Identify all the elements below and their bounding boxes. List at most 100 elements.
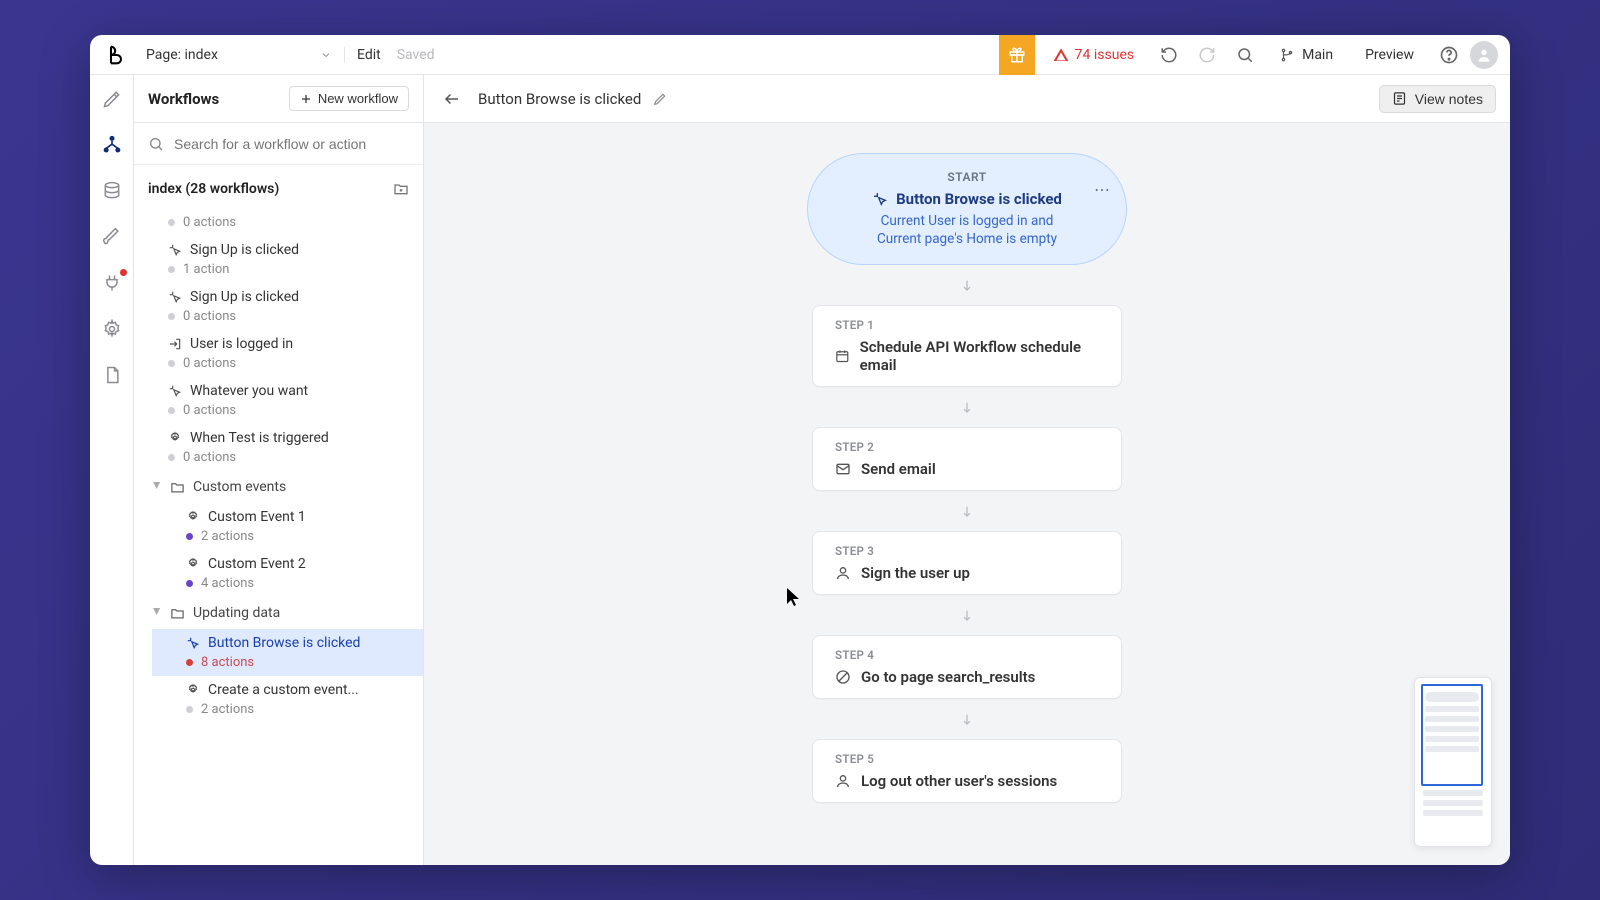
workflow-name: Sign Up is clicked [190,242,299,258]
gear-icon [186,683,200,697]
edit-label[interactable]: Edit [344,47,393,63]
undo-button[interactable] [1152,38,1186,72]
start-condition-1: Current User is logged in and [881,213,1054,229]
pencil-icon [653,92,667,106]
nav-design[interactable] [100,87,124,111]
gear-icon [102,319,122,339]
user-icon [835,773,851,789]
workflow-item[interactable]: Sign Up is clicked 1 action [134,236,423,283]
step-card-4[interactable]: STEP 4 Go to page search_results [812,635,1122,699]
gear-icon [168,431,182,445]
workflow-item[interactable]: 0 actions [134,205,423,236]
step-title-text: Go to page search_results [861,668,1035,686]
step-card-1[interactable]: STEP 1 Schedule API Workflow schedule em… [812,305,1122,387]
search-input[interactable] [174,136,409,152]
help-icon [1439,45,1459,65]
arrow-icon [960,709,974,729]
step-label: STEP 1 [835,318,1099,332]
gift-icon [1008,46,1026,64]
help-button[interactable] [1432,38,1466,72]
page-selector[interactable]: Page: index [134,47,344,63]
actions-count: 2 actions [201,702,254,717]
folder-icon [170,480,185,495]
workflow-name: Create a custom event... [208,682,359,698]
nav-data[interactable] [100,179,124,203]
search-icon [1236,46,1254,64]
redo-icon [1198,46,1216,64]
workflow-item[interactable]: When Test is triggered 0 actions [134,424,423,471]
chevron-down-icon [320,49,332,61]
start-condition-2: Current page's Home is empty [877,231,1057,247]
issues-button[interactable]: 74 issues [1039,47,1148,63]
plug-icon [102,273,122,293]
nav-logs[interactable] [100,363,124,387]
nav-workflow[interactable] [100,133,124,157]
app-logo [102,41,130,69]
workflow-item[interactable]: Custom Event 1 2 actions [152,503,423,550]
step-card-2[interactable]: STEP 2 Send email [812,427,1122,491]
user-avatar[interactable] [1470,41,1498,69]
workflow-item[interactable]: Whatever you want 0 actions [134,377,423,424]
pencil-ruler-icon [102,89,122,109]
search-row [134,123,423,165]
workflow-item[interactable]: Custom Event 2 4 actions [152,550,423,597]
actions-count: 2 actions [201,529,254,544]
cursor-icon [786,587,800,607]
view-notes-button[interactable]: View notes [1379,85,1496,113]
search-button[interactable] [1228,38,1262,72]
arrow-icon [960,605,974,625]
branch-icon [1280,48,1294,62]
gift-button[interactable] [999,35,1035,75]
canvas-title: Button Browse is clicked [478,90,641,108]
branch-selector[interactable]: Main [1266,47,1347,63]
minimap-viewport[interactable] [1421,684,1483,786]
sidebar: Workflows New workflow index (28 workflo… [134,75,424,865]
step-card-5[interactable]: STEP 5 Log out other user's sessions [812,739,1122,803]
rename-button[interactable] [653,92,667,106]
issues-count: 74 issues [1075,47,1134,63]
workflow-item[interactable]: Create a custom event... 2 actions [152,676,423,723]
minimap[interactable] [1414,677,1492,847]
back-button[interactable] [438,85,466,113]
nav-plugins[interactable] [100,271,124,295]
navigate-icon [835,669,851,685]
new-workflow-button[interactable]: New workflow [289,86,409,111]
sidebar-title: Workflows [148,90,219,108]
left-nav [90,75,134,865]
folder-label: Updating data [193,605,280,621]
start-title-text: Button Browse is clicked [896,190,1062,208]
nav-styles[interactable] [100,225,124,249]
canvas[interactable]: START Button Browse is clicked Current U… [424,123,1510,865]
gear-icon [186,557,200,571]
arrow-left-icon [443,90,461,108]
folder-plus-icon[interactable] [393,181,409,197]
workflow-name: Custom Event 1 [208,509,306,525]
workflow-name: User is logged in [190,336,293,352]
step-card-3[interactable]: STEP 3 Sign the user up [812,531,1122,595]
arrow-icon [960,397,974,417]
nav-settings[interactable] [100,317,124,341]
workflow-item[interactable]: Sign Up is clicked 0 actions [134,283,423,330]
user-icon [835,565,851,581]
workflow-item[interactable]: User is logged in 0 actions [134,330,423,377]
topbar-right: 74 issues Main Preview [999,35,1502,75]
actions-count: 0 actions [183,215,236,230]
step-title-text: Schedule API Workflow schedule email [860,338,1099,374]
new-workflow-label: New workflow [318,91,398,106]
plus-icon [300,93,312,105]
step-label: STEP 5 [835,752,1099,766]
redo-button[interactable] [1190,38,1224,72]
actions-count: 0 actions [183,403,236,418]
tree-header[interactable]: index (28 workflows) [134,173,423,205]
canvas-wrap: Button Browse is clicked View notes STAR… [424,75,1510,865]
folder-updating-data[interactable]: ▸ Updating data [134,597,423,629]
folder-custom-events[interactable]: ▸ Custom events [134,471,423,503]
preview-button[interactable]: Preview [1351,47,1428,63]
start-card[interactable]: START Button Browse is clicked Current U… [807,153,1127,265]
tree-header-label: index (28 workflows) [148,181,279,197]
step-label: STEP 3 [835,544,1099,558]
start-more-button[interactable]: ⋯ [1094,180,1110,199]
workflow-item-selected[interactable]: Button Browse is clicked 8 actions [152,629,423,676]
flowchart-icon [102,135,122,155]
mail-icon [835,461,851,477]
